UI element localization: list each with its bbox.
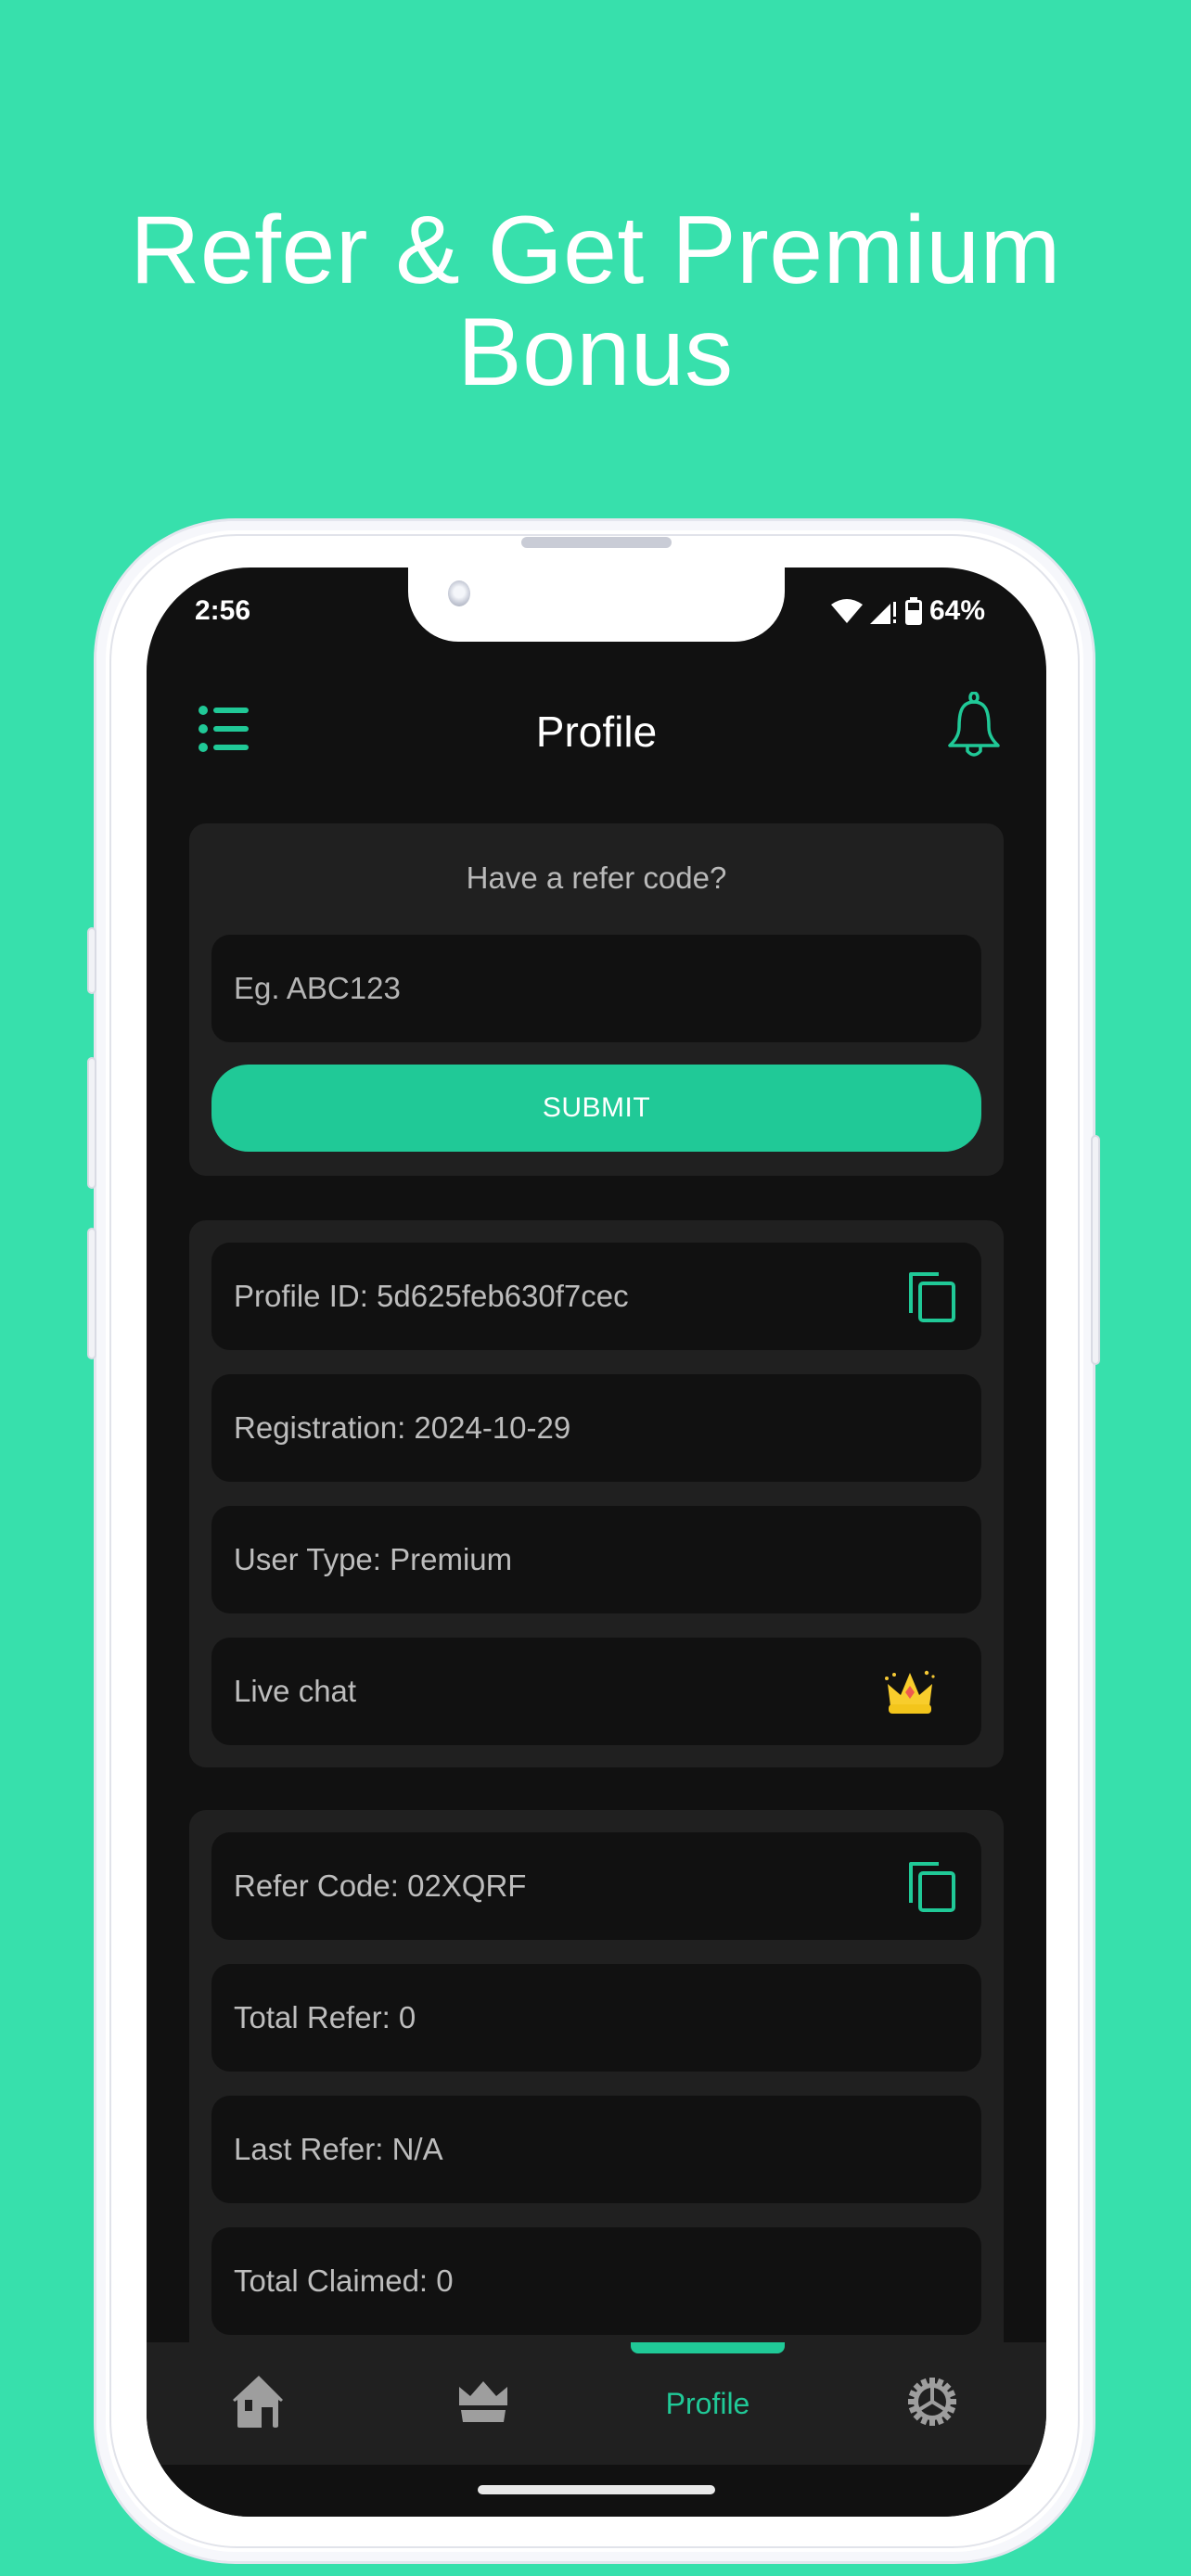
copy-icon (907, 1272, 959, 1328)
nav-tab-settings[interactable] (820, 2342, 1044, 2465)
cellular-signal-icon (869, 598, 898, 624)
promo-headline-line-1: Refer & Get Premium (130, 197, 1061, 304)
nav-tab-premium[interactable] (371, 2342, 596, 2465)
total-claimed-text: Total Claimed: 0 (234, 2264, 454, 2298)
nav-tab-home[interactable] (147, 2342, 371, 2465)
phone-side-button-volume-up (87, 1057, 96, 1189)
bell-icon (946, 691, 1002, 766)
submit-button[interactable]: SUBMIT (211, 1065, 981, 1152)
promo-headline-line-2: Bonus (457, 299, 734, 406)
app-bar: Profile (147, 688, 1046, 799)
refer-code-field (211, 935, 981, 1042)
refer-code-text: Refer Code: 02XQRF (234, 1868, 527, 1903)
battery-icon (904, 597, 922, 625)
live-chat-row[interactable]: Live chat (211, 1638, 981, 1745)
nav-tab-profile-label: Profile (665, 2386, 750, 2420)
wifi-icon (830, 599, 863, 623)
phone-side-button-mute (87, 927, 96, 994)
battery-percent: 64% (928, 595, 985, 626)
nav-tab-profile[interactable]: Profile (596, 2342, 820, 2465)
refer-code-card: Have a refer code? SUBMIT (189, 823, 1004, 1176)
user-type-row: User Type: Premium (211, 1506, 981, 1613)
refer-code-input[interactable] (234, 935, 957, 1042)
crown-icon (457, 2380, 509, 2427)
gear-icon (908, 2377, 956, 2430)
copy-profile-id-button[interactable] (907, 1270, 959, 1324)
profile-id-row: Profile ID: 5d625feb630f7cec (211, 1243, 981, 1350)
registration-text: Registration: 2024-10-29 (234, 1410, 571, 1445)
last-refer-row: Last Refer: N/A (211, 2096, 981, 2203)
refer-code-row: Refer Code: 02XQRF (211, 1832, 981, 1940)
status-time: 2:56 (195, 595, 251, 626)
total-refer-row: Total Refer: 0 (211, 1964, 981, 2072)
copy-refer-code-button[interactable] (907, 1860, 959, 1914)
copy-icon (907, 1862, 959, 1918)
user-type-text: User Type: Premium (234, 1542, 513, 1576)
home-icon (230, 2375, 288, 2432)
front-camera (448, 580, 470, 606)
refer-code-heading: Have a refer code? (466, 861, 727, 895)
referral-stats-card: Refer Code: 02XQRF Total Refer: 0 Last R… (189, 1810, 1004, 2385)
home-indicator[interactable] (478, 2485, 715, 2494)
notifications-button[interactable] (946, 691, 1002, 762)
total-claimed-row: Total Claimed: 0 (211, 2227, 981, 2335)
live-chat-text: Live chat (234, 1674, 357, 1708)
status-icons: 64% (830, 595, 985, 627)
bottom-nav: Profile (147, 2342, 1046, 2465)
profile-id-text: Profile ID: 5d625feb630f7cec (234, 1279, 629, 1313)
phone-screen: 2:56 64% Profile Have a refer code? Eg. … (147, 567, 1046, 2517)
phone-side-button-volume-down (87, 1228, 96, 1359)
profile-info-card: Profile ID: 5d625feb630f7cec Registratio… (189, 1220, 1004, 1767)
total-refer-text: Total Refer: 0 (234, 2000, 416, 2034)
promo-headline: Refer & Get Premium Bonus (0, 199, 1191, 403)
phone-speaker-grille (521, 537, 672, 548)
crown-icon (883, 1669, 937, 1715)
last-refer-text: Last Refer: N/A (234, 2132, 443, 2166)
registration-row: Registration: 2024-10-29 (211, 1374, 981, 1482)
system-gesture-area (147, 2465, 1046, 2517)
phone-side-button-power (1091, 1135, 1100, 1365)
page-title: Profile (535, 708, 658, 756)
